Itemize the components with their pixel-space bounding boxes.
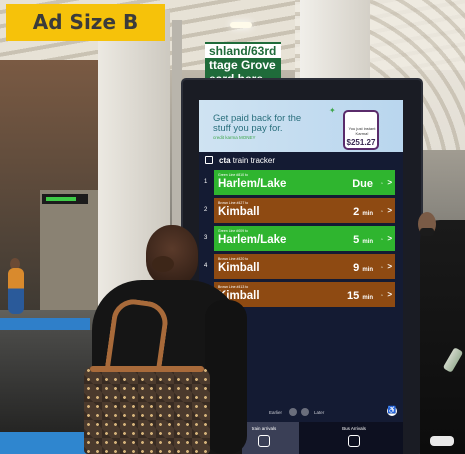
row-line-info: Brown Line #413 to	[218, 285, 249, 289]
row-eta: 2 min	[353, 206, 373, 218]
row-line-info: Brown Line #427 to	[218, 201, 249, 205]
distant-person	[8, 268, 24, 314]
row-eta: Due	[352, 178, 373, 190]
woman-hair-bun	[152, 256, 174, 272]
live-signal-icon: ◔	[379, 237, 383, 243]
row-number: 2	[204, 207, 208, 213]
row-destination: Kimball	[218, 206, 260, 218]
chevron-right-icon: >	[387, 234, 392, 243]
tracker-header: cta train tracker	[199, 154, 403, 168]
train-icon	[258, 435, 270, 447]
row-bar: Brown Line #420 to Kimball 9 min ◔ >	[214, 254, 395, 279]
tracker-row[interactable]: 1 Green Line #810 to Harlem/Lake Due ◔ >	[199, 170, 403, 195]
row-bar: Green Line #810 to Harlem/Lake Due ◔ >	[214, 170, 395, 195]
woman-hair	[146, 225, 198, 285]
row-destination: Kimball	[218, 262, 260, 274]
man-body	[420, 220, 465, 454]
row-eta: 5 min	[353, 234, 373, 246]
live-signal-icon: ◔	[379, 265, 383, 271]
face-mask	[420, 228, 434, 236]
station-sign-line: ttage Grove	[209, 58, 276, 72]
platform-edge	[0, 318, 90, 330]
distant-train-sign	[42, 194, 88, 204]
row-bar: Green Line #009 to Harlem/Lake 5 min ◔ >	[214, 226, 395, 251]
tracker-title: cta train tracker	[219, 156, 276, 165]
later-button[interactable]	[301, 408, 309, 416]
ad-size-badge: Ad Size B	[6, 4, 165, 41]
handbag	[84, 366, 210, 454]
row-number: 4	[204, 263, 208, 269]
chevron-right-icon: >	[387, 206, 392, 215]
row-destination: Harlem/Lake	[218, 234, 287, 246]
tracker-row[interactable]: 2 Brown Line #427 to Kimball 2 min ◔ >	[199, 198, 403, 223]
ad-banner[interactable]: Get paid back for the stuff you pay for.…	[199, 100, 403, 152]
phone-text: You just instant Karma!	[348, 126, 376, 136]
ad-brand: credit karma MONEY	[213, 135, 256, 140]
station-photo: shland/63rd ttage Grove eard here Get pa…	[0, 0, 465, 454]
station-name-sign: shland/63rd ttage Grove eard here	[205, 42, 281, 86]
train-icon	[205, 156, 213, 164]
live-signal-icon: ◔	[379, 209, 383, 215]
row-number: 3	[204, 235, 208, 241]
sparkle-icon: ✦	[329, 106, 336, 115]
earlier-button[interactable]	[289, 408, 297, 416]
far-platform-wall	[40, 190, 100, 310]
woman-arm	[205, 300, 247, 454]
accessibility-icon[interactable]: ♿	[387, 406, 397, 416]
ceiling-light	[230, 22, 252, 28]
tracker-row[interactable]: 4 Brown Line #420 to Kimball 9 min ◔ >	[199, 254, 403, 279]
row-bar: Brown Line #427 to Kimball 2 min ◔ >	[214, 198, 395, 223]
row-eta: 9 min	[353, 262, 373, 274]
later-label: Later	[314, 410, 325, 415]
ad-headline: Get paid back for the stuff you pay for.	[213, 113, 302, 134]
row-eta: 15 min	[347, 290, 373, 302]
station-sign-line: shland/63rd	[205, 44, 281, 58]
earlier-label: Earlier	[269, 410, 283, 415]
chevron-right-icon: >	[387, 290, 392, 299]
phone-amount: $251.27	[346, 138, 376, 147]
row-number: 1	[204, 179, 208, 185]
pillar	[300, 0, 370, 90]
row-line-info: Brown Line #420 to	[218, 257, 249, 261]
row-line-info: Green Line #009 to	[218, 229, 248, 233]
live-signal-icon: ◔	[379, 181, 383, 187]
row-line-info: Green Line #810 to	[218, 173, 248, 177]
tab-label: Bus Arrivals	[342, 426, 366, 431]
row-bar: Brown Line #413 to Kimball 15 min ◔ >	[214, 282, 395, 307]
handbag-trim	[90, 366, 204, 372]
live-signal-icon: ◔	[379, 293, 383, 299]
bus-icon	[348, 435, 360, 447]
tracker-row[interactable]: 3 Green Line #009 to Harlem/Lake 5 min ◔ >	[199, 226, 403, 251]
phone-graphic: You just instant Karma! $251.27	[343, 110, 379, 150]
chevron-right-icon: >	[387, 178, 392, 187]
tab-bus-arrivals[interactable]: Bus Arrivals	[309, 422, 399, 454]
shoe	[430, 436, 454, 446]
chevron-right-icon: >	[387, 262, 392, 271]
row-destination: Harlem/Lake	[218, 178, 287, 190]
